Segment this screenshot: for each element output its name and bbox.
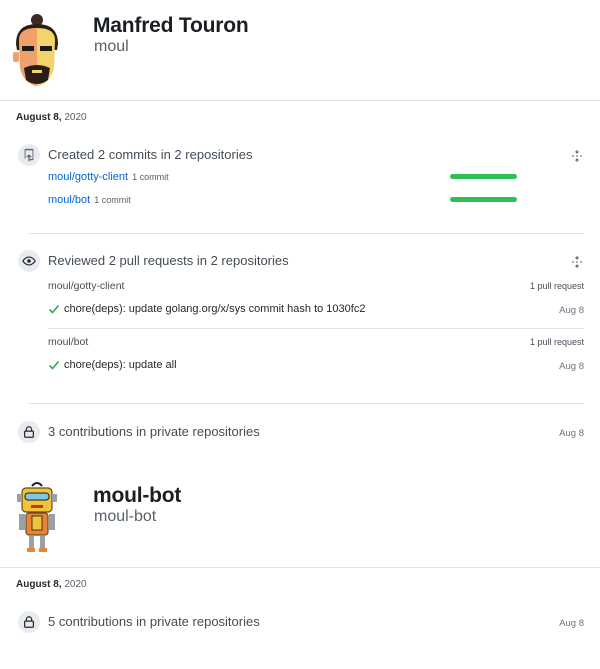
private-date: Aug 8 xyxy=(559,618,584,629)
commit-repo-row: moul/bot 1 commit xyxy=(48,194,131,206)
section-divider xyxy=(28,233,584,234)
review-repo-name[interactable]: moul/bot xyxy=(48,336,88,348)
section-divider xyxy=(28,403,584,404)
profile-header-manfred: Manfred Touron moul xyxy=(0,0,600,100)
fold-icon[interactable] xyxy=(571,149,583,162)
private-date: Aug 8 xyxy=(559,428,584,439)
repo-push-icon xyxy=(18,144,40,166)
lock-icon xyxy=(18,611,40,633)
user-name[interactable]: Manfred Touron xyxy=(93,14,249,38)
private-summary: 5 contributions in private repositories xyxy=(48,614,260,629)
pull-request-title[interactable]: chore(deps): update all xyxy=(64,359,177,371)
activity-date: August 8, 2020 xyxy=(16,579,87,590)
user-login[interactable]: moul xyxy=(94,38,129,56)
avatar[interactable] xyxy=(14,480,60,556)
pull-request-item: chore(deps): update golang.org/x/sys com… xyxy=(48,303,365,315)
avatar[interactable] xyxy=(10,10,64,90)
pull-request-item: chore(deps): update all xyxy=(48,359,177,371)
repo-divider xyxy=(48,328,584,329)
repo-link[interactable]: moul/gotty-client xyxy=(48,171,128,183)
commit-repo-row: moul/gotty-client 1 commit xyxy=(48,171,169,183)
profile-header-moul-bot: moul-bot moul-bot xyxy=(0,470,600,566)
repo-link[interactable]: moul/bot xyxy=(48,194,90,206)
commits-summary: Created 2 commits in 2 repositories xyxy=(48,147,253,162)
divider xyxy=(0,100,600,101)
check-icon xyxy=(48,361,60,370)
commit-bar xyxy=(450,174,517,179)
commit-bar xyxy=(450,197,517,202)
date-year: 2020 xyxy=(64,112,87,123)
user-name[interactable]: moul-bot xyxy=(93,484,181,508)
date-year: 2020 xyxy=(64,579,87,590)
commit-count[interactable]: 1 commit xyxy=(94,195,131,205)
pull-request-title[interactable]: chore(deps): update golang.org/x/sys com… xyxy=(64,303,365,315)
fold-icon[interactable] xyxy=(571,255,583,268)
date-day: August 8, xyxy=(16,112,62,123)
activity-date: August 8, 2020 xyxy=(16,112,87,123)
pull-request-date: Aug 8 xyxy=(559,305,584,316)
reviews-summary: Reviewed 2 pull requests in 2 repositori… xyxy=(48,253,289,268)
eye-icon xyxy=(18,250,40,272)
check-icon xyxy=(48,305,60,314)
pull-request-date: Aug 8 xyxy=(559,361,584,372)
review-count[interactable]: 1 pull request xyxy=(530,337,584,347)
private-summary: 3 contributions in private repositories xyxy=(48,424,260,439)
review-count[interactable]: 1 pull request xyxy=(530,281,584,291)
commit-count[interactable]: 1 commit xyxy=(132,172,169,182)
review-repo-name[interactable]: moul/gotty-client xyxy=(48,280,124,292)
date-day: August 8, xyxy=(16,579,62,590)
lock-icon xyxy=(18,421,40,443)
user-login[interactable]: moul-bot xyxy=(94,508,156,526)
divider xyxy=(0,567,600,568)
